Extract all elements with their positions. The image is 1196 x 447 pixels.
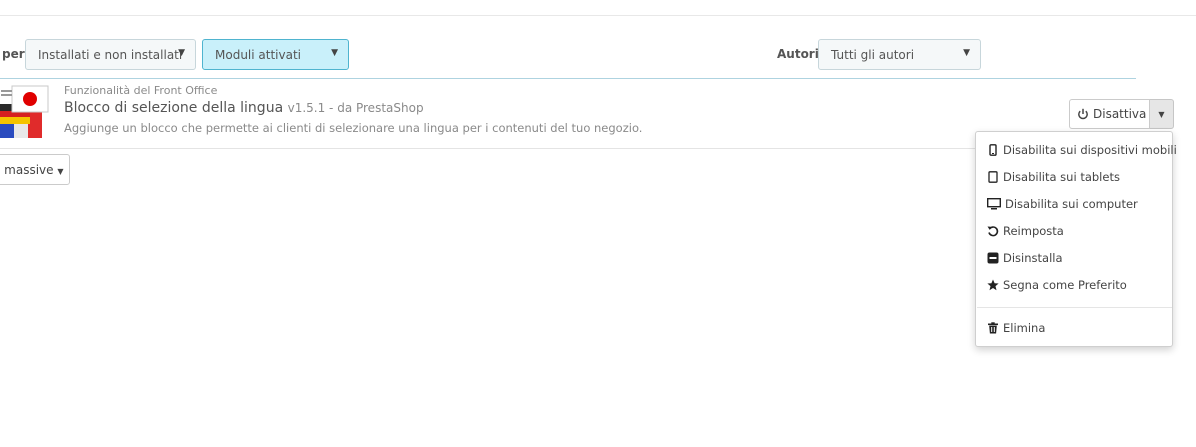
module-title: Blocco di selezione della lingua v1.5.1 … xyxy=(64,100,424,116)
caret-down-icon: ▼ xyxy=(1158,109,1165,119)
authors-filter-value: Tutti gli autori xyxy=(831,48,915,62)
undo-icon xyxy=(987,226,999,237)
minus-square-icon xyxy=(987,252,999,264)
disable-button[interactable]: Disattiva xyxy=(1069,99,1150,129)
menu-item-label: Elimina xyxy=(1003,321,1046,335)
menu-item-label: Disabilita sui computer xyxy=(1005,197,1138,211)
top-divider xyxy=(0,15,1196,16)
caret-down-icon: ▼ xyxy=(57,167,64,176)
module-version: v1.5.1 - da PrestaShop xyxy=(287,101,424,115)
menu-separator xyxy=(977,307,1172,308)
bulk-actions-button[interactable]: i massive ▼ xyxy=(0,154,70,185)
language-flags-icon xyxy=(0,85,49,138)
desktop-icon xyxy=(987,198,1001,210)
menu-item-reset[interactable]: Reimposta xyxy=(987,224,1064,238)
menu-item-favorite[interactable]: Segna come Preferito xyxy=(987,278,1127,292)
module-description: Aggiunge un blocco che permette ai clien… xyxy=(64,121,643,135)
tablet-icon xyxy=(988,171,998,183)
authors-label: Autori xyxy=(777,47,819,61)
star-icon xyxy=(987,279,999,291)
chevron-down-icon: ▼ xyxy=(331,48,338,58)
filter-by-label: per xyxy=(2,47,25,61)
menu-item-delete[interactable]: Elimina xyxy=(987,321,1045,335)
chevron-down-icon: ▼ xyxy=(178,48,185,58)
install-filter-select[interactable]: Installati e non installati ▼ xyxy=(25,39,196,70)
power-icon xyxy=(1078,108,1088,120)
module-actions-menu: Disabilita sui dispositivi mobili Disabi… xyxy=(975,131,1177,347)
menu-item-disable-tablets[interactable]: Disabilita sui tablets xyxy=(987,170,1120,184)
module-category: Funzionalità del Front Office xyxy=(64,84,218,97)
actions-dropdown-toggle[interactable]: ▼ xyxy=(1150,99,1174,129)
install-filter-value: Installati e non installati xyxy=(38,48,183,62)
menu-item-label: Segna come Preferito xyxy=(1003,278,1127,292)
status-filter-value: Moduli attivati xyxy=(215,48,301,62)
disable-button-label: Disattiva xyxy=(1093,107,1147,121)
menu-item-label: Disinstalla xyxy=(1003,251,1063,265)
menu-item-label: Disabilita sui tablets xyxy=(1003,170,1120,184)
mobile-icon xyxy=(989,144,997,156)
trash-icon xyxy=(988,322,998,334)
menu-item-uninstall[interactable]: Disinstalla xyxy=(987,251,1063,265)
row-divider xyxy=(0,148,1136,149)
menu-item-disable-computer[interactable]: Disabilita sui computer xyxy=(987,197,1138,211)
menu-item-label: Disabilita sui dispositivi mobili xyxy=(1003,143,1177,157)
menu-item-disable-mobile[interactable]: Disabilita sui dispositivi mobili xyxy=(987,143,1177,157)
bulk-actions-label: i massive xyxy=(0,163,54,177)
menu-item-label: Reimposta xyxy=(1003,224,1064,238)
status-filter-select[interactable]: Moduli attivati ▼ xyxy=(202,39,349,70)
chevron-down-icon: ▼ xyxy=(963,48,970,58)
module-action-group: Disattiva ▼ xyxy=(1069,99,1174,129)
authors-filter-select[interactable]: Tutti gli autori ▼ xyxy=(818,39,981,70)
list-header-divider xyxy=(0,78,1136,79)
module-name: Blocco di selezione della lingua xyxy=(64,100,284,116)
